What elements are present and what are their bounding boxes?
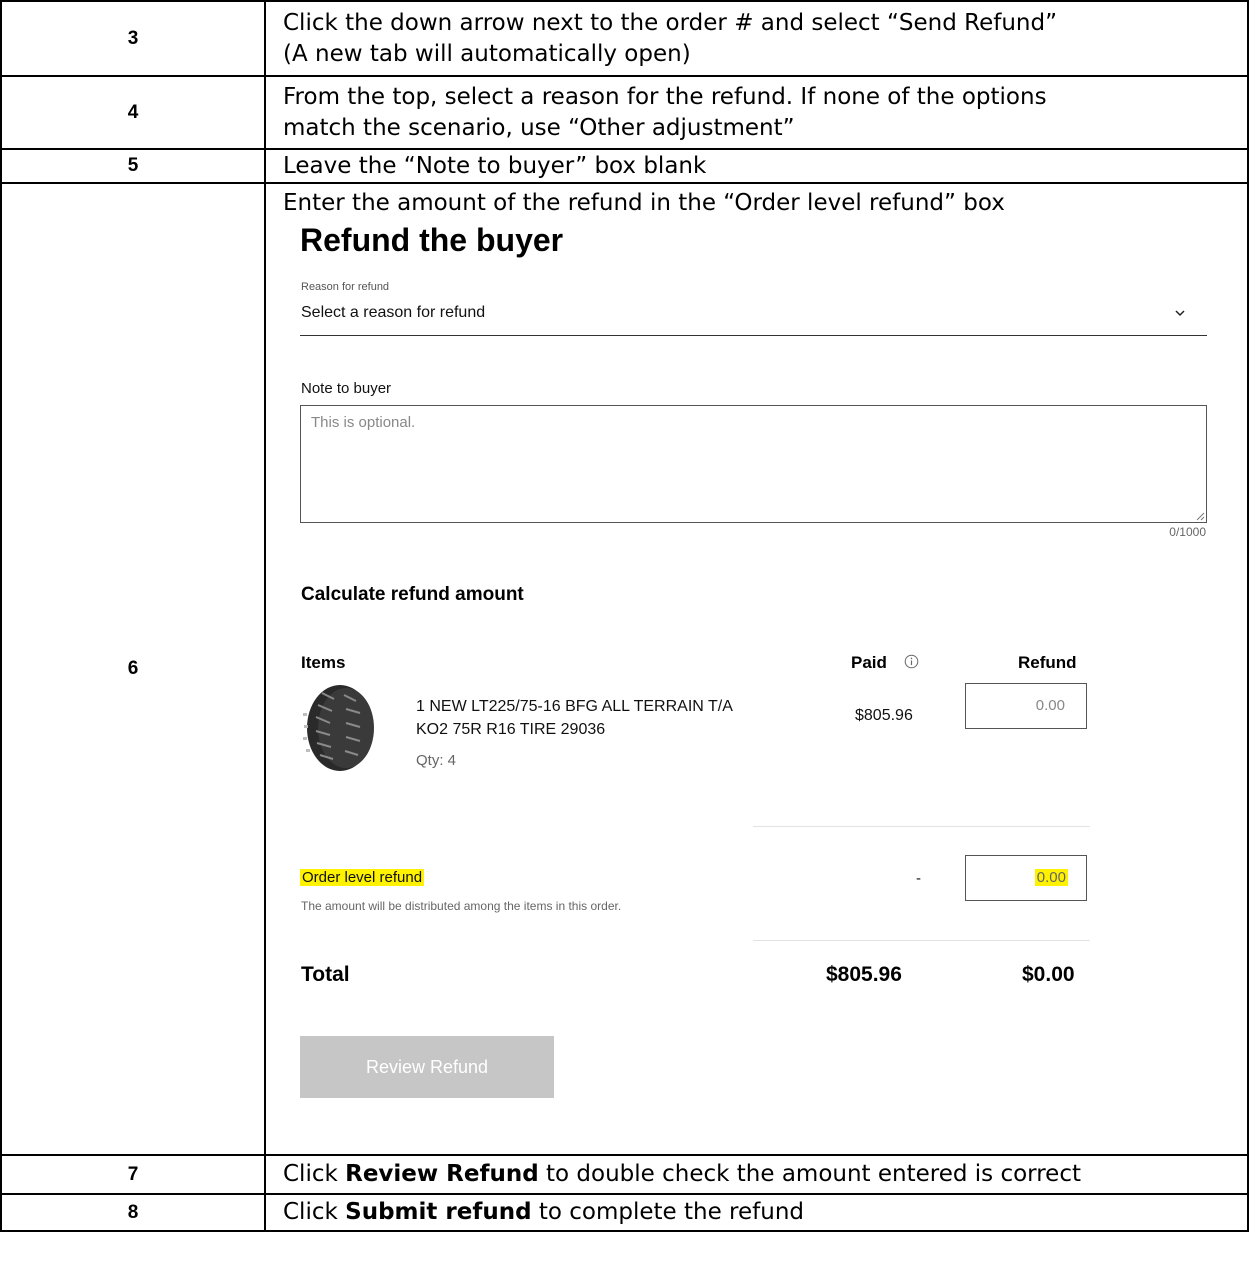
page-title: Refund the buyer [300, 222, 564, 258]
step-line: From the top, select a reason for the re… [283, 83, 1047, 110]
reason-label: Reason for refund [301, 281, 390, 293]
divider [753, 940, 1090, 941]
note-textarea[interactable]: This is optional. [300, 405, 1207, 523]
item-qty: Qty: 4 [416, 752, 457, 769]
item-name: 1 NEW LT225/75-16 BFG ALL TERRAIN T/A KO… [416, 698, 732, 738]
info-icon[interactable] [904, 654, 919, 669]
refund-form-screenshot: Refund the buyer Reason for refund Selec… [266, 184, 1249, 1154]
step-text-bold: Submit refund [345, 1199, 532, 1225]
reason-select[interactable]: Select a reason for refund [300, 302, 1207, 336]
step-row-5: 5 Leave the “Note to buyer” box blank [0, 148, 1249, 184]
step-description: Enter the amount of the refund in the “O… [264, 182, 1249, 1156]
item-paid: $805.96 [855, 707, 913, 724]
step-row-6: 6 Enter the amount of the refund in the … [0, 182, 1249, 1156]
step-number: 8 [0, 1193, 266, 1232]
step-description: Leave the “Note to buyer” box blank [264, 148, 1249, 184]
total-paid: $805.96 [826, 963, 902, 986]
step-number: 6 [0, 182, 266, 1156]
step-text-pre: Click [283, 1199, 346, 1225]
item-refund-value: 0.00 [1035, 697, 1065, 714]
step-row-8: 8 Click Submit refund to complete the re… [0, 1193, 1249, 1232]
note-label: Note to buyer [301, 380, 392, 397]
step-line: (A new tab will automatically open) [283, 40, 691, 67]
step-text-post: to double check the amount entered is co… [538, 1161, 1081, 1187]
step-row-3: 3 Click the down arrow next to the order… [0, 0, 1249, 77]
total-label: Total [301, 963, 350, 986]
reason-select-value: Select a reason for refund [301, 304, 486, 321]
col-header-paid: Paid [851, 653, 887, 672]
step-description: Click Submit refund to complete the refu… [264, 1193, 1249, 1232]
step-text-post: to complete the refund [531, 1199, 805, 1225]
step-text-pre: Click [283, 1161, 346, 1187]
chevron-down-icon [1175, 310, 1185, 317]
step-row-4: 4 From the top, select a reason for the … [0, 75, 1249, 150]
step-description: Click Review Refund to double check the … [264, 1154, 1249, 1195]
item-refund-input[interactable]: 0.00 [965, 683, 1087, 729]
resize-handle-icon[interactable] [1195, 511, 1205, 521]
order-level-paid: - [916, 870, 921, 887]
step-number: 5 [0, 148, 266, 184]
divider [753, 826, 1090, 827]
col-header-refund: Refund [1018, 653, 1077, 672]
step-row-7: 7 Click Review Refund to double check th… [0, 1154, 1249, 1195]
calc-heading: Calculate refund amount [301, 584, 524, 605]
order-level-refund-label: Order level refund [300, 869, 425, 886]
order-level-refund-desc: The amount will be distributed among the… [301, 899, 622, 913]
step-text-bold: Review Refund [345, 1161, 539, 1187]
step-line: Leave the “Note to buyer” box blank [283, 152, 707, 179]
tire-thumbnail [300, 683, 388, 773]
order-level-refund-value: 0.00 [1034, 869, 1068, 886]
review-refund-button[interactable]: Review Refund [300, 1036, 554, 1098]
note-placeholder: This is optional. [311, 414, 416, 431]
step-number: 4 [0, 75, 266, 150]
step-number: 7 [0, 1154, 266, 1195]
step-line: match the scenario, use “Other adjustmen… [283, 114, 795, 141]
col-header-items: Items [301, 653, 346, 672]
instructions-table: 3 Click the down arrow next to the order… [0, 0, 1249, 1232]
order-level-refund-input[interactable]: 0.00 [965, 855, 1087, 901]
step-number: 3 [0, 0, 266, 77]
step-line: Click the down arrow next to the order #… [283, 9, 1058, 36]
step-description: From the top, select a reason for the re… [264, 75, 1249, 150]
char-counter: 0/1000 [1169, 525, 1206, 539]
step-description: Click the down arrow next to the order #… [264, 0, 1249, 77]
total-refund: $0.00 [1022, 963, 1075, 986]
